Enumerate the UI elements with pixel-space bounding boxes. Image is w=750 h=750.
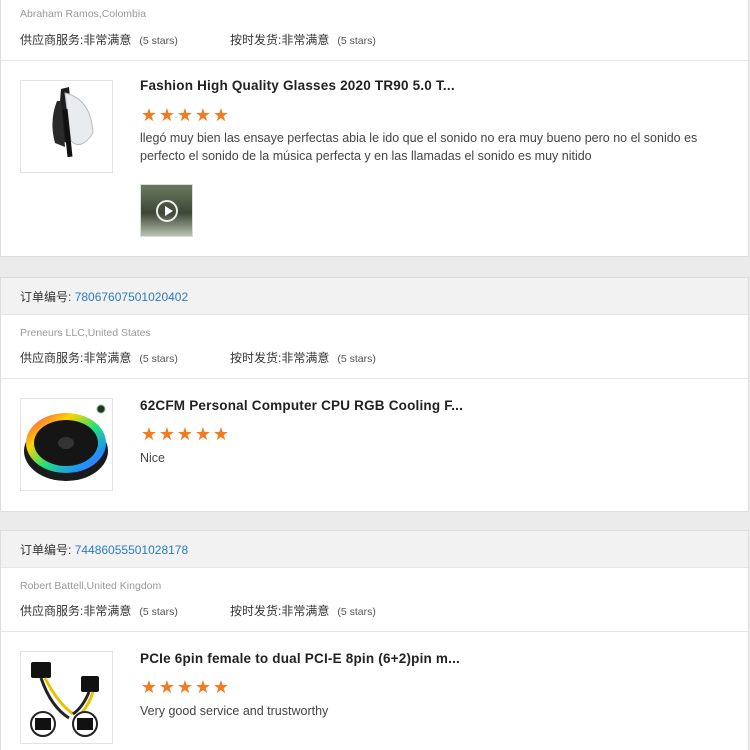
supplier-service-stars: (5 stars) [139, 353, 178, 365]
star-icon: ★ [140, 677, 158, 697]
product-title[interactable]: 62CFM Personal Computer CPU RGB Cooling … [140, 398, 463, 413]
review-text: Very good service and trustworthy [140, 704, 329, 718]
shipping-value: 非常满意 [281, 604, 330, 618]
divider [1, 60, 748, 61]
star-icon: ★ [212, 105, 230, 125]
shipping-value: 非常满意 [281, 33, 330, 47]
star-icon: ★ [140, 105, 158, 125]
product-title[interactable]: PCIe 6pin female to dual PCI-E 8pin (6+2… [140, 651, 460, 666]
review-text: llegó muy bien las ensaye perfectas abia… [140, 131, 698, 163]
divider [1, 631, 748, 632]
star-icon: ★ [194, 105, 212, 125]
star-icon: ★ [176, 105, 194, 125]
star-icon: ★ [194, 424, 212, 444]
order-number-link[interactable]: 78067607501020402 [75, 290, 188, 304]
order-number-label: 订单编号: [20, 290, 72, 304]
pcie-cable-product-image [30, 662, 99, 737]
supplier-service-value: 非常满意 [83, 33, 132, 47]
shipping-stars: (5 stars) [337, 353, 376, 365]
review-card: 订单编号: 78067607501020402 Preneurs LLC,Uni… [0, 277, 749, 512]
star-icon: ★ [158, 677, 176, 697]
supplier-service-label: 供应商服务: [20, 604, 84, 618]
star-icon: ★ [158, 424, 176, 444]
star-icon: ★ [176, 424, 194, 444]
divider [1, 378, 748, 379]
review-text: Nice [140, 451, 166, 465]
review-card: 订单编号: 74486055501028178 Robert Battell,U… [0, 530, 749, 750]
product-thumbnail[interactable] [20, 651, 113, 744]
glasses-product-image [52, 87, 94, 158]
cpu-cooler-product-image [24, 404, 108, 481]
star-rating: ★ ★ ★ ★ ★ [140, 425, 230, 443]
star-icon: ★ [212, 677, 230, 697]
review-card: Abraham Ramos,Colombia 供应商服务:非常满意 (5 star… [0, 0, 749, 257]
shipping-label: 按时发货: [230, 351, 282, 365]
supplier-service-value: 非常满意 [83, 604, 132, 618]
star-rating: ★ ★ ★ ★ ★ [140, 678, 230, 696]
star-icon: ★ [194, 677, 212, 697]
order-header: 订单编号: 78067607501020402 [1, 277, 748, 315]
buyer-name: Preneurs LLC,United States [20, 327, 151, 339]
buyer-name: Abraham Ramos,Colombia [20, 8, 147, 20]
product-thumbnail[interactable] [20, 80, 113, 173]
supplier-service-stars: (5 stars) [139, 35, 178, 47]
star-icon: ★ [140, 424, 158, 444]
supplier-service-label: 供应商服务: [20, 33, 84, 47]
star-icon: ★ [212, 424, 230, 444]
star-icon: ★ [158, 105, 176, 125]
order-header: 订单编号: 74486055501028178 [1, 530, 748, 568]
review-video-thumbnail[interactable] [140, 184, 193, 237]
product-title[interactable]: Fashion High Quality Glasses 2020 TR90 5… [140, 78, 455, 93]
order-number-link[interactable]: 74486055501028178 [75, 543, 188, 557]
buyer-name: Robert Battell,United Kingdom [20, 580, 162, 592]
shipping-label: 按时发货: [230, 33, 282, 47]
order-number-label: 订单编号: [20, 543, 72, 557]
supplier-service-value: 非常满意 [83, 351, 132, 365]
star-rating: ★ ★ ★ ★ ★ [140, 106, 230, 124]
play-icon [156, 200, 178, 222]
supplier-service-stars: (5 stars) [139, 606, 178, 618]
product-thumbnail[interactable] [20, 398, 113, 491]
shipping-stars: (5 stars) [337, 35, 376, 47]
supplier-service-label: 供应商服务: [20, 351, 84, 365]
shipping-label: 按时发货: [230, 604, 282, 618]
shipping-value: 非常满意 [281, 351, 330, 365]
shipping-stars: (5 stars) [337, 606, 376, 618]
star-icon: ★ [176, 677, 194, 697]
